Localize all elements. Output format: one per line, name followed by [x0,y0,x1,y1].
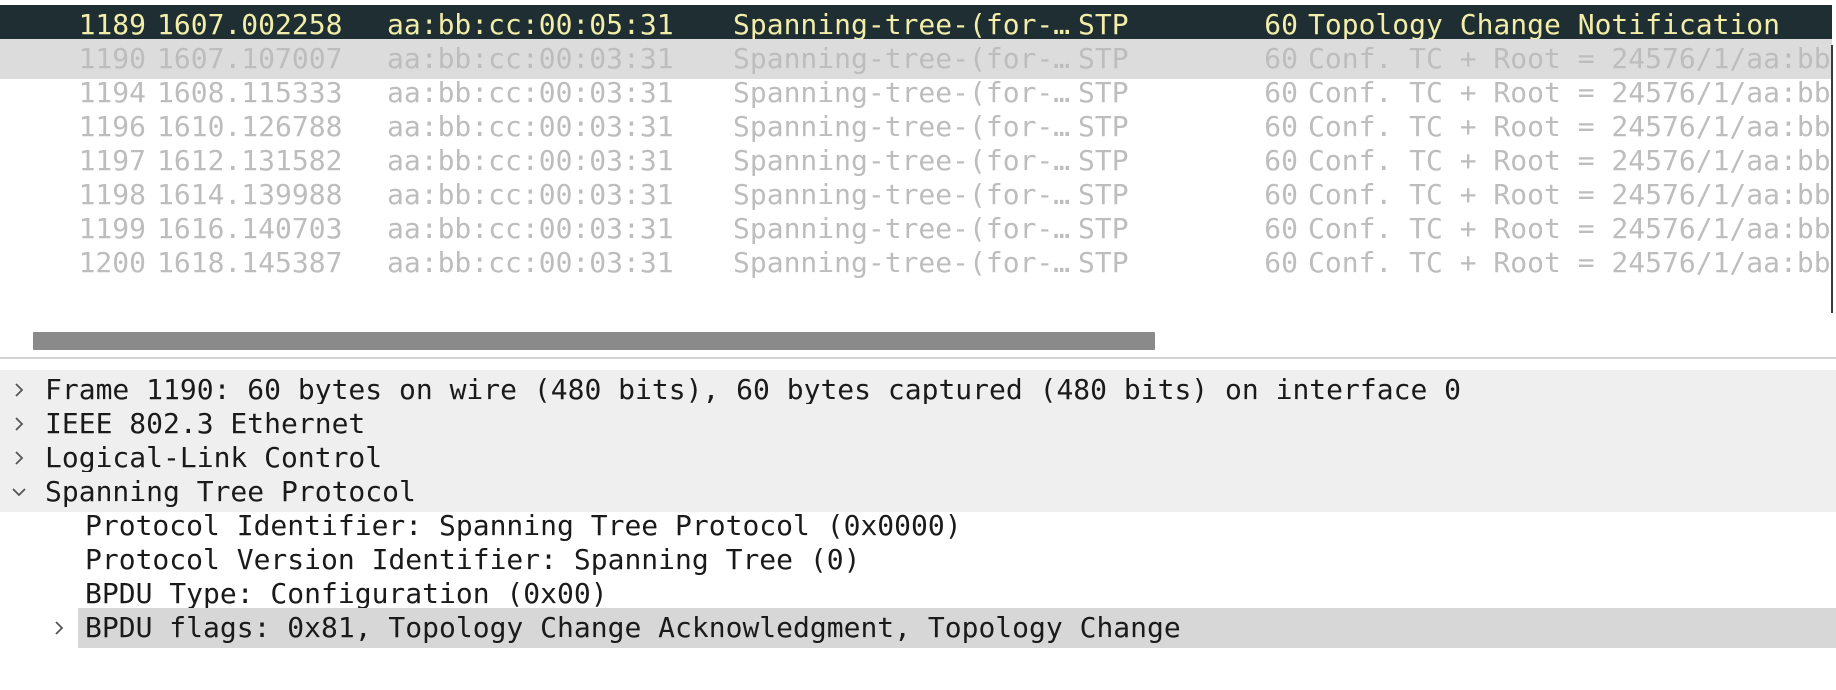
chevron-right-icon[interactable] [11,450,27,466]
chevron-right-icon[interactable] [11,416,27,432]
pane-splitter[interactable] [0,357,1836,359]
packet-destination-cell: Spanning-tree-(for-… [733,246,1071,279]
packet-info-cell: Conf. TC + Root = 24576/1/aa:bb: [1308,246,1832,279]
horizontal-scrollbar[interactable] [0,323,1836,353]
chevron-right-icon[interactable] [11,382,27,398]
packet-row[interactable]: 1200 1618.145387 aa:bb:cc:00:03:31 Spanning… [0,243,1832,283]
packet-length-cell: 60 [1264,246,1298,279]
packet-protocol-cell: STP [1078,246,1129,279]
packet-details-tree: Frame 1190: 60 bytes on wire (480 bits),… [0,370,1836,690]
packet-time-cell: 1618.145387 [157,246,343,279]
tree-item-label: BPDU flags: 0x81, Topology Change Acknow… [85,611,1181,644]
chevron-right-icon[interactable] [51,620,67,636]
scrollbar-thumb[interactable] [33,332,1155,350]
chevron-down-icon[interactable] [11,484,27,500]
packet-number-cell: 1200 [78,246,146,279]
packet-list: 1189 1607.002258 aa:bb:cc:00:05:31 Spanning… [0,5,1836,323]
tree-item[interactable]: BPDU flags: 0x81, Topology Change Acknow… [0,608,1836,648]
packet-list-right-border [1831,45,1833,313]
packet-source-cell: aa:bb:cc:00:03:31 [387,246,674,279]
